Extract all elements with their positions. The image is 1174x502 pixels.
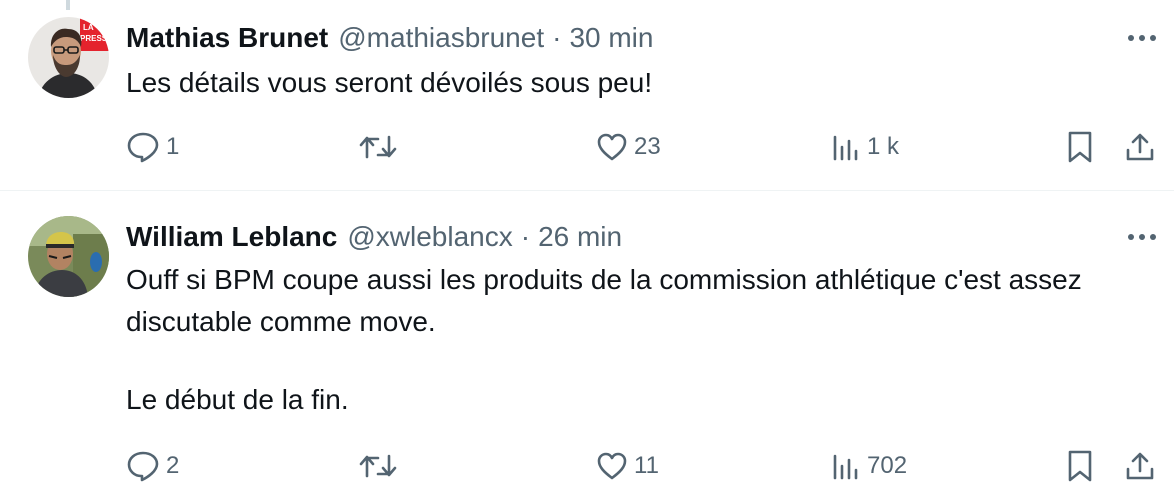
more-options-button[interactable] — [1124, 20, 1160, 56]
author-name[interactable]: William Leblanc — [126, 221, 337, 253]
timestamp[interactable]: 26 min — [538, 221, 622, 253]
reply-count: 2 — [166, 452, 180, 479]
like-button[interactable]: 23 — [596, 127, 661, 167]
share-button[interactable] — [1124, 127, 1156, 167]
separator-dot: · — [552, 22, 562, 53]
reply-icon — [127, 451, 159, 482]
avatar-badge-text: LA — [83, 23, 94, 32]
views-count: 702 — [867, 452, 908, 479]
avatar[interactable] — [28, 216, 109, 297]
author-name[interactable]: Mathias Brunet — [126, 22, 328, 54]
reply-icon — [127, 132, 159, 163]
author-handle[interactable]: @xwleblancx — [347, 221, 512, 253]
tweet[interactable]: William Leblanc @xwleblancx · 26 min Ouf… — [0, 191, 1174, 502]
reply-button[interactable]: 1 — [126, 127, 179, 167]
reply-button[interactable]: 2 — [126, 446, 179, 486]
tweet[interactable]: LA PRESSE Mathias Brunet @mathiasbrunet … — [0, 0, 1174, 190]
tweet-header: Mathias Brunet @mathiasbrunet · 30 min — [126, 20, 653, 56]
views-button[interactable]: 702 — [831, 446, 907, 486]
heart-icon — [597, 133, 627, 161]
views-bar-chart-icon — [833, 135, 858, 161]
views-count: 1 k — [867, 133, 900, 160]
tweet-actions: 1 23 1 k — [0, 127, 1174, 167]
author-handle[interactable]: @mathiasbrunet — [338, 22, 544, 54]
timestamp[interactable]: 30 min — [569, 22, 653, 54]
tweet-text: Les détails vous seront dévoilés sous pe… — [126, 62, 1126, 104]
separator-dot: · — [520, 221, 531, 252]
tweet-text-paragraph: Les détails vous seront dévoilés sous pe… — [126, 67, 653, 98]
avatar-badge-text-2: PRESSE — [80, 34, 109, 43]
reply-count: 1 — [166, 133, 180, 160]
tweet-text: Ouff si BPM coupe aussi les produits de … — [126, 259, 1126, 421]
bookmark-button[interactable] — [1066, 446, 1094, 486]
tweet-header: William Leblanc @xwleblancx · 26 min — [126, 219, 622, 255]
share-icon — [1126, 452, 1154, 480]
like-count: 11 — [634, 452, 659, 479]
retweet-icon — [359, 135, 397, 159]
views-button[interactable]: 1 k — [831, 127, 899, 167]
share-button[interactable] — [1124, 446, 1156, 486]
like-count: 23 — [634, 133, 661, 160]
bookmark-icon — [1068, 450, 1092, 482]
more-icon — [1128, 234, 1156, 240]
bookmark-icon — [1068, 131, 1092, 163]
more-options-button[interactable] — [1124, 219, 1160, 255]
tweet-actions: 2 11 702 — [0, 446, 1174, 486]
heart-icon — [597, 452, 627, 480]
more-icon — [1128, 35, 1156, 41]
retweet-button[interactable] — [358, 446, 404, 486]
tweet-text-paragraph: Ouff si BPM coupe aussi les produits de … — [126, 264, 1082, 337]
like-button[interactable]: 11 — [596, 446, 659, 486]
bookmark-button[interactable] — [1066, 127, 1094, 167]
avatar[interactable]: LA PRESSE — [28, 17, 109, 98]
share-icon — [1126, 133, 1154, 161]
tweet-text-paragraph: Le début de la fin. — [126, 384, 349, 415]
views-bar-chart-icon — [833, 454, 858, 480]
retweet-button[interactable] — [358, 127, 404, 167]
retweet-icon — [359, 454, 397, 478]
